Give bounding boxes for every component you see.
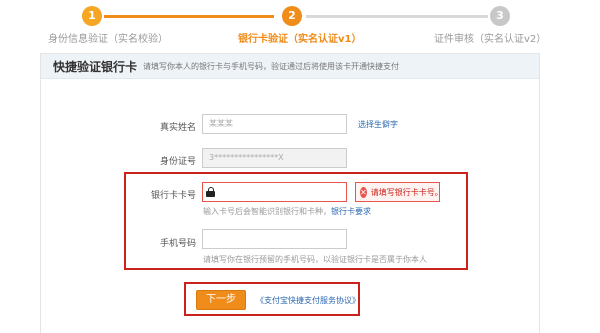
step-1-label: 身份信息验证（实名校验） (48, 34, 168, 45)
error-icon: ✕ (360, 186, 367, 198)
id-number-label: 身份证号 (159, 157, 196, 167)
card-error-text: 请填写银行卡卡号。 (370, 187, 443, 197)
step-1-marker: 1 (82, 6, 102, 26)
lock-icon (206, 187, 215, 197)
name-field[interactable]: 某某某 (202, 114, 347, 134)
step-progress: 1 2 3 身份信息验证（实名校验） 银行卡验证（实名认证v1） 证件审核（实名… (0, 0, 600, 48)
card-hint: 输入卡号后会智能识别银行和卡种，银行卡要求 (203, 206, 371, 217)
phone-label: 手机号码 (159, 239, 196, 249)
step-3-marker: 3 (490, 6, 510, 26)
rare-character-link[interactable]: 选择生僻字 (358, 119, 398, 130)
panel-title: 快捷验证银行卡 (53, 59, 138, 74)
name-label: 真实姓名 (159, 123, 196, 133)
card-number-input[interactable] (202, 182, 347, 202)
card-error-tip: ✕ 请填写银行卡卡号。 (355, 182, 443, 202)
step-2-marker: 2 (282, 6, 302, 26)
panel-header: 快捷验证银行卡 请填写你本人的银行卡与手机号码，验证通过后将使用该卡开通快捷支付 (41, 54, 539, 79)
phone-hint: 请填写你在银行预留的手机号码，以验证银行卡是否属于你本人 (203, 255, 427, 264)
phone-input[interactable] (202, 229, 347, 249)
step-3-label: 证件审核（实名认证v2） (434, 34, 547, 45)
card-hint-text: 输入卡号后会智能识别银行和卡种， (203, 207, 331, 216)
card-number-label: 银行卡卡号 (150, 191, 196, 201)
progress-line-done (104, 15, 274, 18)
panel-description: 请填写你本人的银行卡与手机号码，验证通过后将使用该卡开通快捷支付 (143, 61, 400, 71)
id-number-field: 3****************X (202, 148, 347, 168)
next-step-button[interactable]: 下一步 (196, 290, 246, 310)
step-2-label: 银行卡验证（实名认证v1） (238, 34, 362, 45)
card-requirements-link[interactable]: 银行卡要求 (331, 207, 371, 216)
agreement-link[interactable]: 《支付宝快捷支付服务协议》 (256, 295, 360, 306)
progress-line-pending (306, 15, 488, 18)
